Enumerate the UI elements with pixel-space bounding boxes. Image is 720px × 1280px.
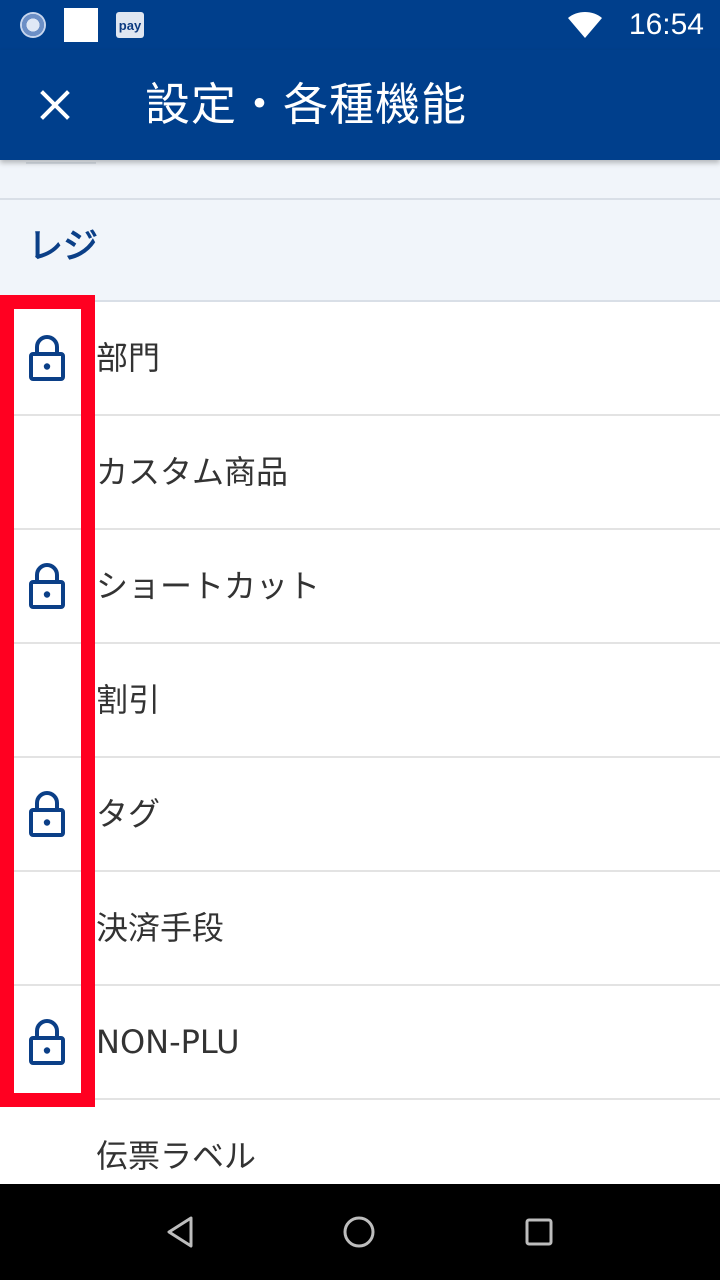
list-item-label: カスタム商品 — [96, 453, 289, 491]
status-system: 16:54 — [567, 6, 704, 44]
home-icon — [343, 1216, 375, 1248]
list-item-label: NON-PLU — [96, 1023, 240, 1061]
page-title: 設定・各種機能 — [145, 78, 468, 131]
list-item-label: ショートカット — [96, 567, 321, 605]
list-item[interactable]: ショートカット — [0, 530, 720, 644]
partial-list-item — [0, 160, 720, 200]
navigation-bar — [0, 1184, 720, 1280]
partial-item-remnant — [26, 160, 96, 164]
status-bar: pay 16:54 — [0, 0, 720, 50]
list-item-label: 伝票ラベル — [96, 1137, 257, 1175]
lock-icon — [29, 335, 65, 381]
back-button[interactable] — [150, 1202, 210, 1262]
settings-list: 部門 カスタム商品 ショートカット 割引 タグ 決済手段 NON-PLU 伝票ラ… — [0, 302, 720, 1214]
list-item-label: 割引 — [96, 681, 161, 719]
section-header: レジ — [0, 200, 720, 302]
lock-icon — [29, 563, 65, 609]
status-notifications: pay — [20, 8, 144, 42]
home-button[interactable] — [329, 1202, 389, 1262]
section-title: レジ — [28, 227, 99, 267]
recents-button[interactable] — [509, 1202, 569, 1262]
recents-icon — [525, 1218, 553, 1246]
list-item[interactable]: 部門 — [0, 302, 720, 416]
list-item[interactable]: タグ — [0, 758, 720, 872]
pay-icon: pay — [116, 12, 144, 38]
back-icon — [167, 1216, 193, 1248]
close-icon — [40, 90, 70, 120]
list-item[interactable]: カスタム商品 — [0, 416, 720, 530]
list-item[interactable]: 決済手段 — [0, 872, 720, 986]
list-item[interactable]: NON-PLU — [0, 986, 720, 1100]
lock-icon — [29, 791, 65, 837]
list-item[interactable]: 割引 — [0, 644, 720, 758]
blank-square-icon — [64, 8, 98, 42]
app-bar: 設定・各種機能 — [0, 50, 720, 160]
list-item-label: タグ — [96, 795, 161, 833]
close-button[interactable] — [20, 72, 90, 138]
globe-icon — [20, 12, 46, 38]
list-item-label: 決済手段 — [96, 909, 225, 947]
lock-icon — [29, 1019, 65, 1065]
list-item-label: 部門 — [96, 339, 161, 377]
status-time: 16:54 — [628, 8, 704, 41]
wifi-icon — [567, 12, 602, 38]
